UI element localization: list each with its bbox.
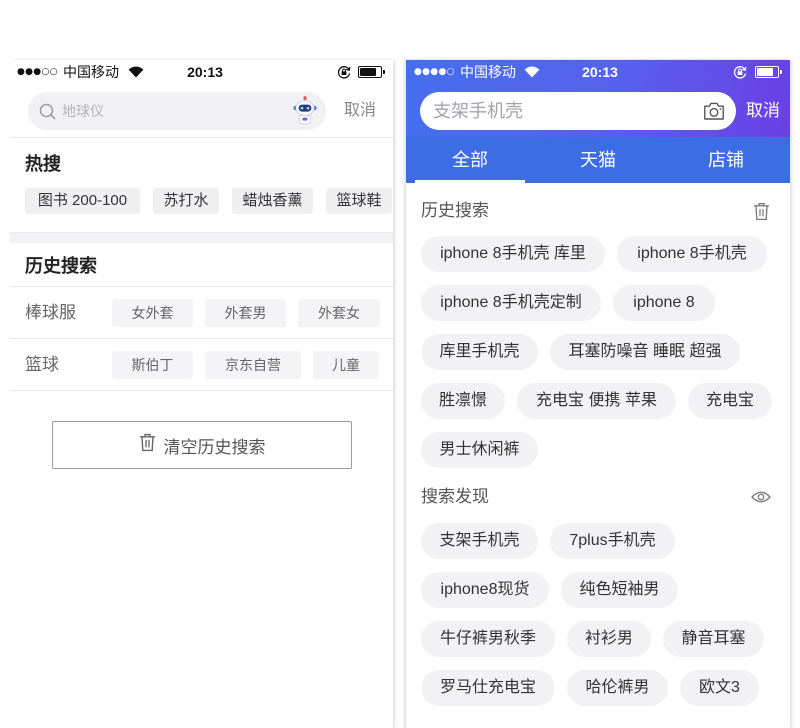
rotation-lock-icon	[733, 60, 747, 84]
history-suggestion-tag[interactable]: 儿童	[313, 350, 379, 379]
history-tag-row: 男士休闲裤	[421, 432, 538, 468]
history-tag[interactable]: iphone 8手机壳定制	[421, 285, 601, 321]
hot-search-tag[interactable]: 苏打水	[153, 188, 219, 214]
discover-tag[interactable]: 欧文3	[680, 670, 759, 706]
history-tag-row: 库里手机壳 耳塞防噪音 睡眠 超强	[421, 334, 740, 370]
divider	[10, 390, 393, 391]
carrier-name: 中国移动	[63, 64, 119, 80]
tab-shops[interactable]: 店铺	[662, 137, 790, 183]
history-keyword[interactable]: 篮球	[25, 339, 59, 390]
discover-tag[interactable]: 衬衫男	[567, 621, 651, 657]
hot-search-title: 热搜	[25, 154, 61, 174]
camera-icon[interactable]	[703, 101, 725, 121]
discover-tag[interactable]: 7plus手机壳	[550, 523, 675, 559]
search-scope-tabs: 全部 天猫 店铺	[406, 137, 790, 183]
history-keyword[interactable]: 棒球服	[25, 287, 76, 338]
history-title: 历史搜索	[421, 201, 489, 220]
hot-search-tags: 图书 200-100 苏打水 蜡烛香薰 篮球鞋	[25, 188, 392, 214]
rotation-lock-icon	[337, 60, 351, 84]
hot-search-tag[interactable]: 篮球鞋	[326, 188, 392, 214]
history-tag[interactable]: iphone 8手机壳	[617, 236, 767, 272]
section-separator	[10, 232, 393, 243]
history-suggestion-tag[interactable]: 京东自营	[205, 350, 301, 379]
carrier-name: 中国移动	[460, 64, 516, 80]
history-tag[interactable]: 耳塞防噪音 睡眠 超强	[550, 334, 740, 370]
clear-history-button[interactable]: 清空历史搜索	[52, 421, 352, 469]
tab-label: 店铺	[708, 150, 744, 170]
discover-title: 搜索发现	[421, 487, 489, 506]
eye-icon[interactable]	[751, 489, 771, 505]
discover-tag[interactable]: 静音耳塞	[663, 621, 764, 657]
hot-search-tag[interactable]: 图书 200-100	[25, 188, 140, 214]
status-bar: ●●●●○ 中国移动 20:13	[406, 60, 790, 84]
battery-icon	[358, 60, 385, 84]
search-input[interactable]	[433, 92, 693, 130]
history-tag[interactable]: 胜凛憬	[421, 383, 505, 419]
tab-all[interactable]: 全部	[406, 137, 534, 183]
discover-tag[interactable]: iphone8现货	[421, 572, 549, 608]
history-suggestions: 女外套 外套男 外套女	[112, 287, 380, 338]
discover-tag-row: 牛仔裤男秋季 衬衫男 静音耳塞	[421, 621, 764, 657]
cancel-button[interactable]: 取消	[344, 100, 376, 122]
left-phone-screen: ●●●○○ 中国移动 20:13 地球仪 取消 热搜 图书 200-100 苏打…	[10, 60, 393, 728]
status-time: 20:13	[582, 64, 618, 80]
divider	[10, 137, 393, 138]
tab-tmall[interactable]: 天猫	[534, 137, 662, 183]
history-tag[interactable]: 充电宝	[688, 383, 772, 419]
history-row: 棒球服 女外套 外套男 外套女	[10, 287, 393, 338]
history-suggestion-tag[interactable]: 斯伯丁	[112, 350, 193, 379]
wifi-icon	[128, 60, 144, 84]
history-tag[interactable]: iphone 8	[613, 285, 715, 321]
cancel-button[interactable]: 取消	[746, 100, 780, 122]
history-tag-row: 胜凛憬 充电宝 便携 苹果 充电宝	[421, 383, 772, 419]
discover-tag-row: 支架手机壳 7plus手机壳	[421, 523, 675, 559]
battery-icon	[755, 60, 782, 84]
discover-tag-row: iphone8现货 纯色短袖男	[421, 572, 678, 608]
discover-tag[interactable]: 罗马仕充电宝	[421, 670, 555, 706]
history-suggestion-tag[interactable]: 女外套	[112, 298, 193, 327]
search-input[interactable]	[62, 92, 282, 130]
tab-label: 天猫	[580, 150, 616, 170]
history-suggestion-tag[interactable]: 外套男	[205, 298, 286, 327]
history-tag[interactable]: 库里手机壳	[421, 334, 538, 370]
history-tag[interactable]: iphone 8手机壳 库里	[421, 236, 605, 272]
status-time: 20:13	[187, 64, 223, 80]
trash-icon	[139, 433, 156, 457]
search-icon	[39, 103, 56, 120]
history-tag-row: iphone 8手机壳定制 iphone 8	[421, 285, 715, 321]
search-bar[interactable]	[28, 92, 326, 130]
search-header: ●●●●○ 中国移动 20:13 取消	[406, 60, 790, 137]
discover-tag[interactable]: 纯色短袖男	[561, 572, 678, 608]
history-tag[interactable]: 充电宝 便携 苹果	[517, 383, 676, 419]
status-bar: ●●●○○ 中国移动 20:13	[10, 60, 393, 84]
search-bar[interactable]	[420, 92, 736, 130]
robot-mascot-icon[interactable]	[292, 96, 318, 126]
discover-tag[interactable]: 支架手机壳	[421, 523, 538, 559]
discover-tag-row: 罗马仕充电宝 哈伦裤男 欧文3	[421, 670, 759, 706]
wifi-icon	[524, 60, 540, 84]
hot-search-tag[interactable]: 蜡烛香薰	[232, 188, 313, 214]
history-tag[interactable]: 男士休闲裤	[421, 432, 538, 468]
history-suggestion-tag[interactable]: 外套女	[298, 298, 380, 327]
signal-strength: ●●●●○	[414, 67, 455, 77]
history-row: 篮球 斯伯丁 京东自营 儿童	[10, 339, 393, 390]
signal-strength: ●●●○○	[17, 67, 58, 77]
trash-icon[interactable]	[752, 201, 770, 221]
clear-history-label: 清空历史搜索	[163, 437, 266, 457]
history-title: 历史搜索	[25, 256, 97, 276]
discover-tag[interactable]: 牛仔裤男秋季	[421, 621, 555, 657]
tab-label: 全部	[452, 150, 488, 170]
right-phone-screen: ●●●●○ 中国移动 20:13 取消 全部 天猫 店铺 历史搜索 ipho	[406, 60, 790, 728]
history-tag-row: iphone 8手机壳 库里 iphone 8手机壳	[421, 236, 767, 272]
discover-tag[interactable]: 哈伦裤男	[567, 670, 668, 706]
history-suggestions: 斯伯丁 京东自营 儿童	[112, 339, 379, 390]
